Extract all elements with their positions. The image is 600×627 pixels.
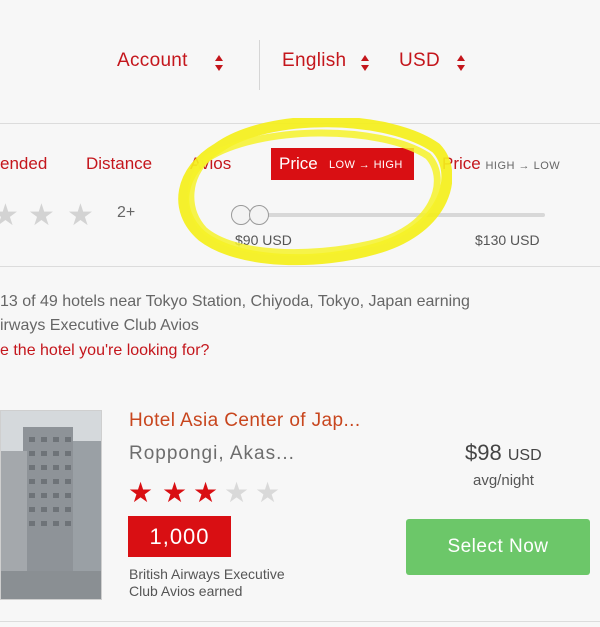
cant-find-hotel-link[interactable]: e the hotel you're looking for? — [0, 342, 209, 360]
currency-selector[interactable]: USD — [399, 50, 440, 72]
sort-recommended[interactable]: ended — [0, 154, 47, 174]
star-filter-label: 2+ — [117, 204, 136, 221]
star-empty-icon: ★ — [224, 477, 250, 508]
avios-description-line1: British Airways Executive — [129, 566, 285, 582]
account-label: Account — [117, 50, 188, 71]
hotel-price-currency: USD — [507, 447, 542, 464]
hotel-price-amount: $98 — [465, 440, 502, 465]
star-empty-icon: ★ — [255, 477, 281, 508]
results-summary-line2: irways Executive Club Avios — [0, 317, 199, 334]
star-filled-icon: ★ — [162, 477, 188, 508]
price-range-max: $130 USD — [475, 232, 540, 248]
avios-description: British Airways Executive Club Avios ear… — [129, 566, 349, 600]
currency-label: USD — [399, 50, 441, 71]
language-selector[interactable]: English — [282, 50, 346, 72]
hotel-name-link[interactable]: Hotel Asia Center of Jap... — [129, 410, 361, 432]
header-divider — [259, 40, 260, 90]
hotel-photo[interactable] — [0, 410, 102, 600]
star-filled-icon: ★ — [128, 477, 154, 508]
language-label: English — [282, 50, 347, 71]
sort-price-high-sub: HIGH → LOW — [485, 160, 561, 172]
results-summary-line1: 13 of 49 hotels near Tokyo Station, Chiy… — [0, 293, 470, 310]
price-per-night: avg/night — [473, 472, 534, 489]
results-summary: 13 of 49 hotels near Tokyo Station, Chiy… — [0, 290, 470, 338]
star-filter-icon[interactable]: ★ — [0, 201, 19, 231]
hotel-location: Roppongi, Akas... — [129, 443, 295, 464]
highlight-annotation — [178, 118, 452, 266]
avios-badge: 1,000 — [128, 516, 231, 557]
hotel-price: $98 USD — [465, 440, 542, 466]
star-filled-icon: ★ — [193, 477, 219, 508]
star-filter-icon[interactable]: ★ — [28, 201, 55, 231]
top-bar: Account English USD — [0, 0, 600, 124]
card-divider — [0, 621, 600, 622]
star-filter-icon[interactable]: ★ — [67, 201, 94, 231]
sort-price-high-low[interactable]: Price HIGH → LOW — [442, 154, 560, 174]
avios-description-line2: Club Avios earned — [129, 583, 243, 599]
select-now-button[interactable]: Select Now — [406, 519, 590, 575]
account-menu[interactable]: Account — [117, 50, 188, 72]
sort-distance[interactable]: Distance — [86, 154, 152, 174]
